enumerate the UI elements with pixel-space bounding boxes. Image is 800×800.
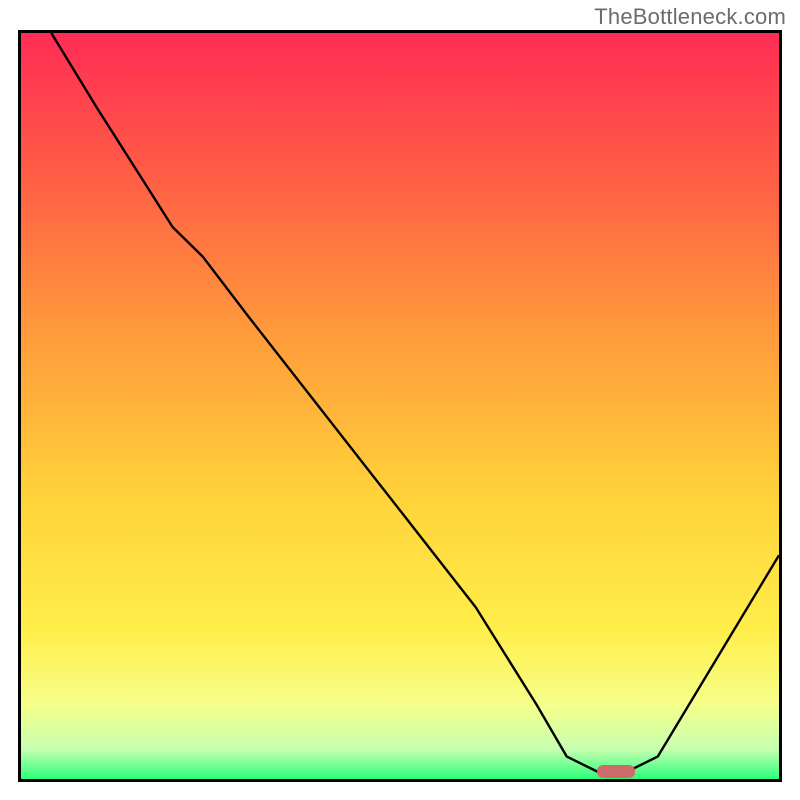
plot-area	[18, 30, 782, 782]
optimal-range-marker	[597, 765, 635, 778]
watermark-text: TheBottleneck.com	[594, 4, 786, 30]
chart-frame: TheBottleneck.com	[0, 0, 800, 800]
plot-svg	[21, 33, 779, 779]
gradient-background	[21, 33, 779, 779]
